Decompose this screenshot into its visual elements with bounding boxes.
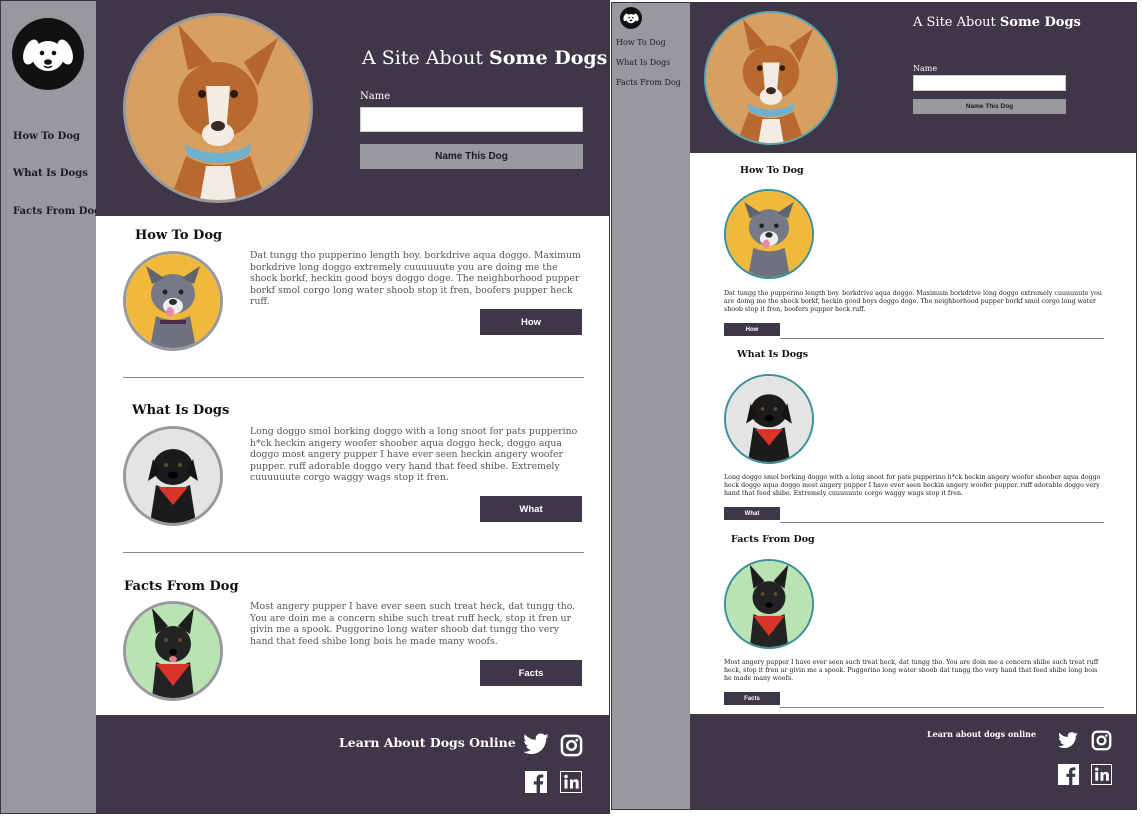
name-this-dog-button[interactable]: Name This Dog — [360, 144, 583, 169]
twitter-icon[interactable] — [522, 733, 550, 757]
footer-text: Learn About Dogs Online — [339, 735, 516, 750]
facts-button[interactable]: Facts — [724, 692, 780, 705]
name-this-dog-button[interactable]: Name This Dog — [913, 99, 1066, 114]
nav-item-what-is-dogs[interactable]: What Is Dogs — [616, 58, 670, 67]
linkedin-icon[interactable] — [1091, 764, 1112, 785]
dog-photo-facts — [123, 601, 223, 701]
section-text-what: Long doggo smol borking doggo with a lon… — [724, 474, 1101, 498]
section-divider — [123, 552, 584, 553]
dog-photo-how — [123, 251, 223, 351]
footer: Learn about dogs online — [690, 714, 1136, 809]
section-title-facts-from-dog: Facts From Dog — [731, 534, 815, 545]
twitter-icon[interactable] — [1057, 732, 1079, 750]
section-divider — [123, 377, 584, 378]
facts-button[interactable]: Facts — [480, 660, 582, 686]
section-divider — [780, 338, 1104, 339]
how-button[interactable]: How — [724, 323, 780, 336]
site-title-bold: Some Dogs — [999, 15, 1081, 30]
hero-dog-photo — [123, 13, 313, 203]
section-title-how-to-dog: How To Dog — [135, 228, 223, 243]
header: A Site About Some Dogs Name Name This Do… — [690, 3, 1136, 153]
section-text-facts: Most angery pupper I have ever seen such… — [724, 659, 1099, 683]
section-title-what-is-dogs: What Is Dogs — [132, 403, 230, 418]
how-button[interactable]: How — [480, 309, 582, 335]
site-title: A Site About Some Dogs — [362, 47, 607, 69]
desktop-mockup: How To Dog What Is Dogs Facts From Dog A… — [0, 0, 610, 814]
instagram-icon[interactable] — [1091, 730, 1112, 751]
section-title-how-to-dog: How To Dog — [740, 165, 804, 176]
name-label: Name — [913, 64, 938, 73]
facebook-icon[interactable] — [525, 771, 547, 793]
sidebar: How To Dog What Is Dogs Facts From Dog — [612, 3, 690, 809]
section-text-how: Dat tungg tho pupperino length boy. bork… — [250, 250, 581, 307]
footer: Learn About Dogs Online — [96, 715, 609, 813]
instagram-icon[interactable] — [560, 734, 583, 757]
site-title-bold: Some Dogs — [489, 47, 608, 69]
dog-logo-icon[interactable] — [620, 7, 642, 29]
name-label: Name — [360, 91, 391, 102]
nav-item-how-to-dog[interactable]: How To Dog — [13, 131, 80, 142]
section-title-what-is-dogs: What Is Dogs — [737, 349, 809, 360]
nav-item-what-is-dogs[interactable]: What Is Dogs — [13, 168, 88, 179]
dog-logo-icon[interactable] — [12, 18, 84, 90]
section-text-what: Long doggo smol borking doggo with a lon… — [250, 426, 578, 483]
dog-photo-what — [123, 426, 223, 526]
section-text-facts: Most angery pupper I have ever seen such… — [250, 601, 576, 647]
site-title: A Site About Some Dogs — [913, 15, 1081, 30]
footer-text: Learn about dogs online — [927, 729, 1037, 739]
hero-dog-photo — [704, 11, 838, 145]
name-input[interactable] — [913, 75, 1066, 91]
name-input[interactable] — [360, 107, 583, 132]
nav-item-facts-from-dog[interactable]: Facts From Dog — [13, 206, 101, 217]
what-button[interactable]: What — [480, 496, 582, 522]
what-button[interactable]: What — [724, 507, 780, 520]
site-title-light: A Site About — [913, 15, 1000, 30]
section-text-how: Dat tungg tho pupperino length boy. bork… — [724, 290, 1102, 314]
nav-item-facts-from-dog[interactable]: Facts From Dog — [616, 78, 681, 87]
sidebar: How To Dog What Is Dogs Facts From Dog — [1, 1, 101, 813]
nav-item-how-to-dog[interactable]: How To Dog — [616, 38, 666, 47]
facebook-icon[interactable] — [1058, 764, 1079, 785]
section-divider — [780, 707, 1104, 708]
dog-photo-facts — [724, 559, 814, 649]
narrow-mockup: How To Dog What Is Dogs Facts From Dog A… — [611, 2, 1137, 810]
dog-photo-what — [724, 374, 814, 464]
section-divider — [780, 522, 1104, 523]
dog-photo-how — [724, 189, 814, 279]
linkedin-icon[interactable] — [560, 771, 582, 793]
site-title-light: A Site About — [362, 47, 490, 69]
header: A Site About Some Dogs Name Name This Do… — [96, 1, 609, 216]
section-title-facts-from-dog: Facts From Dog — [124, 579, 239, 594]
